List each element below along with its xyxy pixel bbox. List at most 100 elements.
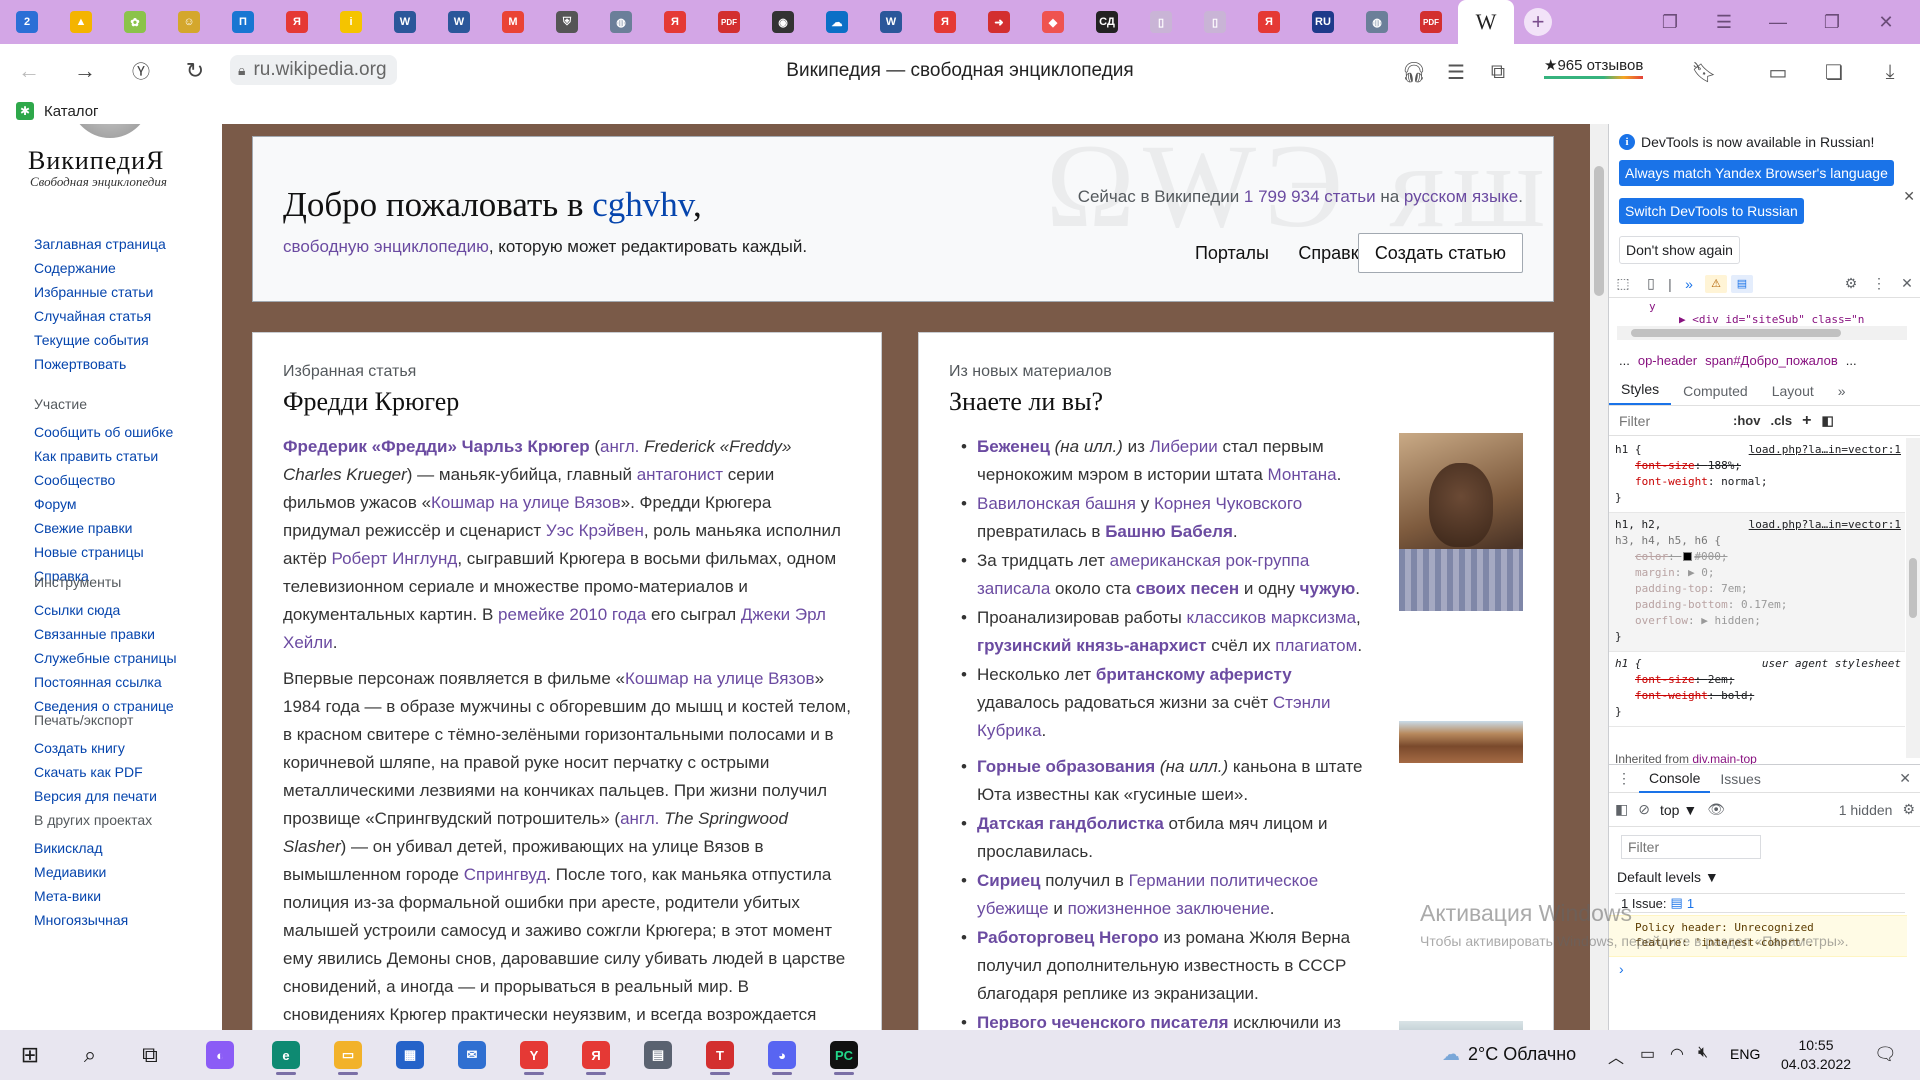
console-filter-input[interactable]	[1621, 835, 1761, 859]
drawer-menu-icon[interactable]: ⋮	[1609, 765, 1639, 793]
styles-filter-input[interactable]	[1615, 409, 1723, 432]
article-link[interactable]: Роберт Инглунд	[332, 549, 458, 568]
article-link[interactable]: англ.	[600, 437, 639, 456]
article-link-bold[interactable]: Работорговец Негоро	[977, 928, 1159, 947]
tab-t21[interactable]: СД	[1080, 0, 1134, 44]
styles-scrollbar[interactable]	[1906, 438, 1920, 758]
issues-counter[interactable]: 1 Issue: ▤ 1	[1615, 893, 1905, 913]
minimize-button[interactable]: —	[1748, 0, 1808, 44]
close-devtools-icon[interactable]: ✕	[1893, 270, 1920, 298]
context-selector[interactable]: top ▼	[1660, 802, 1697, 818]
tab-layout[interactable]: Layout	[1760, 383, 1826, 405]
tray-chevron-icon[interactable]: ︿	[1608, 1044, 1624, 1068]
russian-language-link[interactable]: русском языке	[1404, 187, 1518, 206]
address-bar[interactable]: 🔒︎ ru.wikipedia.org	[230, 55, 397, 85]
cls-toggle[interactable]: .cls	[1770, 413, 1792, 428]
sidebar-link[interactable]: Пожертвовать	[34, 352, 166, 376]
article-link[interactable]: пожизненное заключение	[1068, 899, 1270, 918]
sidebar-link[interactable]: Форум	[34, 492, 173, 516]
taskbar-app-explorer[interactable]: ▭	[324, 1035, 372, 1075]
new-rule-icon[interactable]: +	[1802, 412, 1811, 430]
featured-title[interactable]: Фредди Крюгер	[283, 387, 851, 417]
welcome-heading-link[interactable]: cghvhv	[592, 185, 693, 224]
rule-source-link[interactable]: load.php?la…in=vector:1	[1749, 442, 1901, 458]
rule-prop[interactable]: margin: ▶ 0;	[1615, 565, 1901, 581]
article-link[interactable]: плагиатом	[1275, 636, 1357, 655]
rule-prop[interactable]: font-size: 2em;	[1615, 672, 1901, 688]
tab-t13[interactable]: Я	[648, 0, 702, 44]
article-link-bold[interactable]: грузинский князь-анархист	[977, 636, 1207, 655]
wikipedia-globe-logo[interactable]	[70, 124, 150, 138]
tab-t27[interactable]: PDF	[1404, 0, 1458, 44]
rule-prop[interactable]: padding-top: 7em;	[1615, 581, 1901, 597]
console-settings-icon[interactable]: ⚙	[1902, 801, 1915, 818]
taskbar-app-search[interactable]: ⌕	[66, 1035, 114, 1075]
article-link-bold[interactable]: Датская гандболистка	[977, 814, 1164, 833]
tab-t11[interactable]: ⛨	[540, 0, 594, 44]
taskbar-app-yandex[interactable]: Я	[572, 1035, 620, 1075]
sidebar-toggle-icon[interactable]: ◧	[1615, 801, 1628, 818]
article-link[interactable]: американская рок-группа	[1110, 551, 1310, 570]
tab-t25[interactable]: RU	[1296, 0, 1350, 44]
kebab-menu-icon[interactable]: ⋮	[1865, 270, 1893, 298]
article-link-bold[interactable]: Горные образования	[977, 757, 1155, 776]
tab-t24[interactable]: Я	[1242, 0, 1296, 44]
device-toolbar-icon[interactable]: ▯	[1637, 270, 1665, 298]
settings-gear-icon[interactable]: ⚙	[1837, 270, 1865, 298]
sidebar-link[interactable]: Постоянная ссылка	[34, 670, 177, 694]
article-link[interactable]: Вавилонская башня	[977, 494, 1136, 513]
download-icon[interactable]: ⤓	[1876, 58, 1904, 86]
article-link-bold[interactable]: своих песен	[1136, 579, 1239, 598]
anyone-can-edit-link[interactable]: может редактировать каждый	[567, 237, 802, 256]
more-tabs-icon[interactable]: »	[1826, 383, 1858, 405]
message-badge-icon[interactable]: ▤	[1731, 274, 1753, 293]
article-link-bold[interactable]: Беженец	[977, 437, 1050, 456]
taskbar-app-yandex-browser[interactable]: Y	[510, 1035, 558, 1075]
article-link[interactable]: классиков марксизма	[1187, 608, 1357, 627]
article-count-value[interactable]: 1 799 934 статьи	[1244, 187, 1376, 206]
tab-wikipedia-active[interactable]: W	[1458, 0, 1514, 44]
tab-t17[interactable]: W	[864, 0, 918, 44]
tab-t8[interactable]: W	[378, 0, 432, 44]
volume-muted-icon[interactable]: 🔇︎	[1698, 1044, 1708, 1062]
article-link[interactable]: Монтана	[1268, 465, 1337, 484]
tab-computed[interactable]: Computed	[1671, 383, 1760, 405]
bookmark-icon[interactable]: 🔖︎	[1690, 58, 1718, 86]
tab-t9[interactable]: W	[432, 0, 486, 44]
taskbar-app-start[interactable]: ⊞	[6, 1035, 54, 1075]
tab-styles[interactable]: Styles	[1609, 381, 1672, 405]
portals-button[interactable]: Порталы	[1179, 233, 1285, 273]
back-button[interactable]: ←	[12, 54, 46, 88]
article-link[interactable]: Уэс Крэйвен	[546, 521, 644, 540]
article-link[interactable]: ремейке 2010 года	[498, 605, 646, 624]
dont-show-again-button[interactable]: Don't show again	[1619, 236, 1740, 264]
tab-t10[interactable]: M	[486, 0, 540, 44]
tab-t23[interactable]: ▯	[1188, 0, 1242, 44]
sidebar-link[interactable]: Версия для печати	[34, 784, 157, 808]
rule-prop[interactable]: font-weight: bold;	[1615, 688, 1901, 704]
tab-t12[interactable]: ◍	[594, 0, 648, 44]
reader-mode-icon[interactable]: ☰	[1442, 58, 1470, 86]
sidebar-link[interactable]: Свежие правки	[34, 516, 173, 540]
wifi-icon[interactable]: ◠	[1670, 1044, 1684, 1064]
crumb-top-header[interactable]: op-header	[1638, 353, 1697, 368]
color-swatch-icon[interactable]	[1683, 552, 1693, 561]
more-panels-icon[interactable]: »	[1675, 270, 1703, 298]
crumb-span[interactable]: span#Добро_пожалов	[1705, 353, 1838, 368]
free-encyclopedia-link[interactable]: свободную энциклопедию	[283, 237, 489, 256]
dom-line-1[interactable]: y	[1609, 298, 1920, 313]
rule-selector-cont[interactable]: h3, h4, h5, h6 {	[1615, 533, 1901, 549]
refugee-mayor-photo[interactable]	[1399, 433, 1523, 611]
reviews-badge[interactable]: ★965 отзывов	[1544, 56, 1644, 79]
sidebar-link[interactable]: Избранные статьи	[34, 280, 166, 304]
article-link[interactable]: Кошмар на улице Вязов	[431, 493, 621, 512]
article-link[interactable]: Корнея Чуковского	[1154, 494, 1302, 513]
menu-icon[interactable]: ☰	[1694, 0, 1754, 44]
tab-t15[interactable]: ◉	[756, 0, 810, 44]
weather-widget[interactable]: ☁ 2°C Облачно	[1442, 1044, 1576, 1065]
sidebar-link[interactable]: Содержание	[34, 256, 166, 280]
inspect-element-icon[interactable]: ⬚	[1609, 270, 1637, 298]
dyk-bottom-photo[interactable]	[1399, 1021, 1523, 1030]
tab-manager-icon[interactable]: ❐	[1640, 0, 1700, 44]
tab-t7[interactable]: i	[324, 0, 378, 44]
